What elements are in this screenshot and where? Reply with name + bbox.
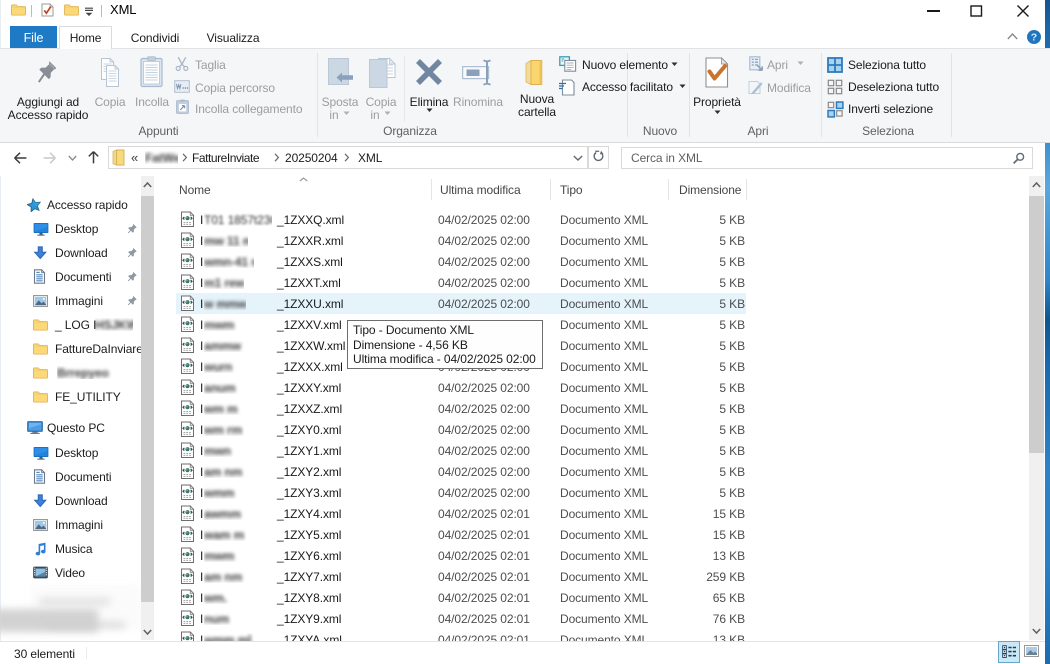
- svg-text:?: ?: [1031, 31, 1037, 43]
